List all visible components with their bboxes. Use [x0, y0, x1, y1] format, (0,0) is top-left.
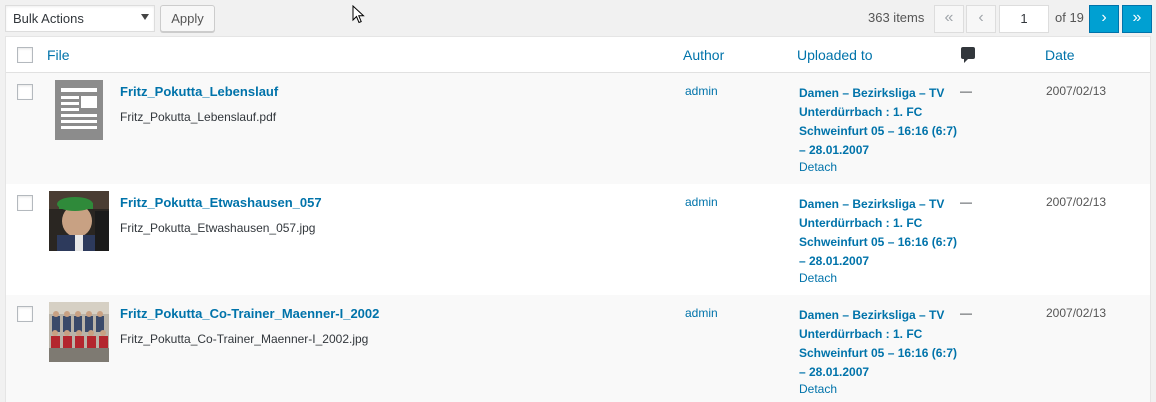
- top-tablenav: Bulk Actions Apply 363 items « ‹ 1 of 19…: [0, 0, 1156, 36]
- bulk-actions-select[interactable]: Bulk Actions: [5, 5, 155, 32]
- row-checkbox[interactable]: [17, 84, 33, 100]
- items-count: 363 items: [868, 10, 925, 25]
- uploaded-to-link[interactable]: Damen – Bezirksliga – TV Unterdürrbach :…: [799, 195, 959, 271]
- comments-count: —: [960, 195, 972, 209]
- comments-count: —: [960, 306, 972, 320]
- media-list-table: File Author Uploaded to Date Fritz_Pokut…: [5, 36, 1151, 402]
- file-name: Fritz_Pokutta_Lebenslauf.pdf: [120, 110, 277, 124]
- detach-link[interactable]: Detach: [799, 160, 837, 174]
- author-link[interactable]: admin: [685, 195, 718, 209]
- uploaded-to-link[interactable]: Damen – Bezirksliga – TV Unterdürrbach :…: [799, 84, 959, 160]
- table-header: File Author Uploaded to Date: [6, 37, 1150, 73]
- file-name: Fritz_Pokutta_Etwashausen_057.jpg: [120, 221, 316, 235]
- detach-link[interactable]: Detach: [799, 382, 837, 396]
- upload-date: 2007/02/13: [1046, 84, 1107, 98]
- chevron-down-icon: [141, 14, 149, 20]
- file-title-link[interactable]: Fritz_Pokutta_Co-Trainer_Maenner-I_2002: [120, 306, 379, 321]
- last-page-button[interactable]: »: [1122, 5, 1152, 33]
- row-checkbox[interactable]: [17, 195, 33, 211]
- mouse-cursor-icon: [352, 5, 365, 24]
- upload-date: 2007/02/13: [1046, 195, 1107, 209]
- select-all-checkbox[interactable]: [17, 47, 33, 63]
- prev-page-button[interactable]: ‹: [966, 5, 996, 33]
- author-link[interactable]: admin: [685, 306, 718, 320]
- uploaded-to-link[interactable]: Damen – Bezirksliga – TV Unterdürrbach :…: [799, 306, 959, 382]
- first-page-button[interactable]: «: [934, 5, 964, 33]
- comment-icon: [961, 47, 975, 63]
- column-header-date[interactable]: Date: [1045, 47, 1075, 63]
- current-page-input[interactable]: 1: [999, 5, 1049, 33]
- table-row: Fritz_Pokutta_Lebenslauf Fritz_Pokutta_L…: [6, 73, 1150, 184]
- author-link[interactable]: admin: [685, 84, 718, 98]
- comments-count: —: [960, 84, 972, 98]
- bulk-actions-label: Bulk Actions: [13, 11, 84, 26]
- detach-link[interactable]: Detach: [799, 271, 837, 285]
- table-row: Fritz_Pokutta_Co-Trainer_Maenner-I_2002 …: [6, 295, 1150, 402]
- next-page-button[interactable]: ›: [1089, 5, 1119, 33]
- apply-button[interactable]: Apply: [160, 5, 215, 32]
- file-title-link[interactable]: Fritz_Pokutta_Etwashausen_057: [120, 195, 322, 210]
- total-pages: of 19: [1055, 10, 1084, 25]
- column-header-uploaded-to[interactable]: Uploaded to: [797, 47, 873, 63]
- file-title-link[interactable]: Fritz_Pokutta_Lebenslauf: [120, 84, 278, 99]
- column-header-file[interactable]: File: [47, 47, 70, 63]
- row-checkbox[interactable]: [17, 306, 33, 322]
- portrait-photo-thumbnail[interactable]: [49, 191, 109, 251]
- document-icon[interactable]: [49, 80, 109, 140]
- file-name: Fritz_Pokutta_Co-Trainer_Maenner-I_2002.…: [120, 332, 369, 346]
- column-header-author[interactable]: Author: [683, 47, 724, 63]
- team-photo-thumbnail[interactable]: [49, 302, 109, 362]
- upload-date: 2007/02/13: [1046, 306, 1107, 320]
- table-row: Fritz_Pokutta_Etwashausen_057 Fritz_Poku…: [6, 184, 1150, 295]
